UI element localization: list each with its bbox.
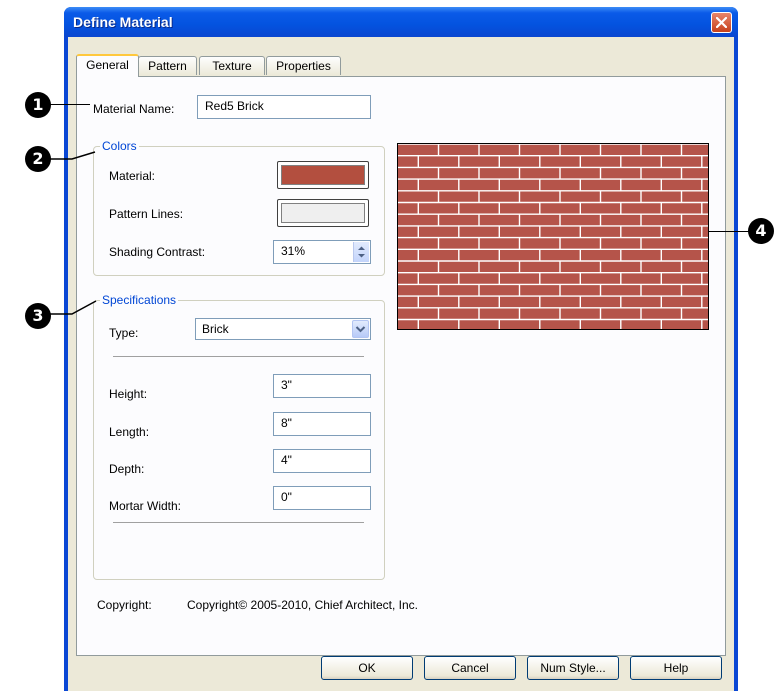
callout-1-line [50, 104, 90, 105]
close-button[interactable] [711, 12, 732, 33]
callout-4-line [709, 231, 749, 232]
copyright-value: Copyright© 2005-2010, Chief Architect, I… [187, 598, 418, 612]
copyright-label: Copyright: [97, 598, 152, 612]
material-name-input[interactable]: Red5 Brick [197, 95, 371, 119]
depth-input[interactable]: 4" [273, 449, 371, 473]
ok-button[interactable]: OK [321, 656, 413, 680]
type-label: Type: [109, 326, 139, 340]
type-value: Brick [202, 322, 229, 336]
specifications-legend: Specifications [100, 293, 179, 307]
height-input[interactable]: 3" [273, 374, 371, 398]
material-preview [397, 143, 709, 330]
material-color-label: Material: [109, 169, 156, 183]
specifications-group: Specifications [93, 293, 385, 580]
tab-pattern[interactable]: Pattern [138, 56, 197, 75]
mortar-width-input[interactable]: 0" [273, 486, 371, 510]
mortar-width-label: Mortar Width: [109, 499, 182, 513]
tab-properties[interactable]: Properties [266, 56, 341, 75]
tab-general[interactable]: General [76, 54, 139, 77]
up-down-arrows-icon [358, 246, 365, 258]
pattern-lines-color-button[interactable] [277, 199, 369, 227]
callout-1: 1 [25, 92, 51, 118]
shading-contrast-value: 31% [281, 244, 306, 258]
cancel-button[interactable]: Cancel [424, 656, 516, 680]
divider [113, 522, 364, 523]
callout-3-line [50, 300, 97, 315]
close-icon [716, 17, 727, 28]
dropdown-button[interactable] [352, 320, 369, 338]
chevron-down-icon [355, 326, 366, 333]
callout-2-line [50, 151, 96, 160]
shading-contrast-spinner[interactable]: 31% [273, 240, 371, 264]
pattern-lines-color-swatch [281, 203, 365, 223]
length-input[interactable]: 8" [273, 412, 371, 436]
pattern-lines-label: Pattern Lines: [109, 207, 184, 221]
material-color-button[interactable] [277, 161, 369, 189]
callout-4: 4 [748, 218, 774, 244]
brick-pattern-preview [398, 144, 708, 329]
depth-label: Depth: [109, 462, 145, 476]
window-title: Define Material [73, 14, 173, 30]
callout-2: 2 [25, 146, 51, 172]
spinner-buttons[interactable] [353, 242, 369, 262]
callout-3: 3 [25, 303, 51, 329]
type-dropdown[interactable]: Brick [195, 318, 371, 340]
help-button[interactable]: Help [630, 656, 722, 680]
material-name-label: Material Name: [93, 102, 175, 116]
height-label: Height: [109, 387, 148, 401]
colors-legend: Colors [100, 139, 139, 153]
title-bar[interactable]: Define Material [64, 7, 738, 37]
tab-texture[interactable]: Texture [199, 56, 265, 75]
num-style-button[interactable]: Num Style... [527, 656, 619, 680]
material-color-swatch [281, 165, 365, 185]
length-label: Length: [109, 425, 150, 439]
divider [113, 356, 364, 357]
shading-contrast-label: Shading Contrast: [109, 245, 206, 259]
